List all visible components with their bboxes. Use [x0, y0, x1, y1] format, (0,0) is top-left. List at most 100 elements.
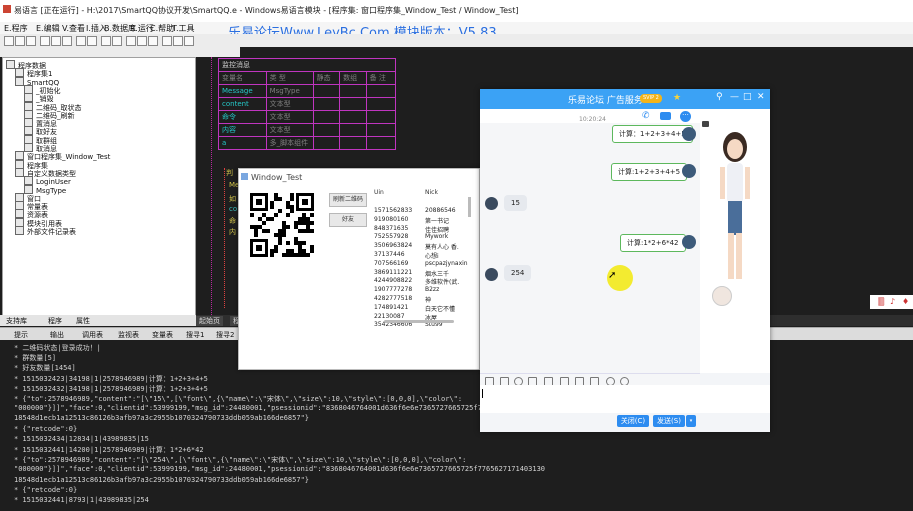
tree-node-icon: [6, 60, 15, 69]
message-input[interactable]: [480, 385, 770, 413]
step-icon[interactable]: [173, 36, 183, 46]
tab-variables[interactable]: 变量表: [152, 330, 173, 340]
stop-icon[interactable]: [162, 36, 172, 46]
find-icon[interactable]: [101, 36, 111, 46]
qr-module: [278, 197, 282, 201]
friends-button[interactable]: 好友: [329, 213, 367, 227]
friend-uin[interactable]: 1571562833: [374, 207, 412, 214]
friend-nick[interactable]: 20886546: [425, 207, 456, 214]
var-type: MsgType: [265, 84, 314, 98]
tab-watch[interactable]: 监视表: [118, 330, 139, 340]
debug-icon[interactable]: [137, 36, 147, 46]
friend-nick[interactable]: 烟水三千: [425, 269, 449, 278]
friend-nick[interactable]: 神: [425, 295, 431, 304]
var-type: 文本型: [265, 97, 314, 111]
vertical-scrollbar[interactable]: [468, 197, 471, 217]
friend-nick[interactable]: 第一书记: [425, 216, 449, 225]
chat-area[interactable]: 10:20:24 计算：1+2+3+4+5 计算:1+2+3+4+5 15 计算…: [480, 116, 700, 373]
friend-nick[interactable]: 心想i: [425, 251, 439, 260]
phone-icon[interactable]: ✆: [642, 111, 650, 121]
menu-help[interactable]: C.帮助: [150, 23, 174, 34]
undo-icon[interactable]: [76, 36, 86, 46]
maximize-icon[interactable]: □: [743, 92, 752, 102]
friend-nick[interactable]: B2zz: [425, 286, 439, 293]
friend-uin[interactable]: 848371635: [374, 225, 408, 232]
tab-support-lib[interactable]: 支持库: [6, 316, 27, 326]
friend-uin[interactable]: 3506963824: [374, 242, 412, 249]
friend-uin[interactable]: 752557928: [374, 233, 408, 240]
tab-start-page[interactable]: 起始页: [196, 316, 223, 326]
friend-uin[interactable]: 3869111221: [374, 269, 412, 276]
pin-icon[interactable]: ⚲: [716, 92, 723, 102]
tree-item[interactable]: 外部文件记录表: [15, 226, 76, 237]
friend-uin[interactable]: 1907777278: [374, 286, 412, 293]
friend-nick[interactable]: 佳佳招聘: [425, 225, 449, 234]
message-timestamp: 10:20:24: [579, 116, 606, 123]
table-heading: 监控消息: [218, 58, 396, 72]
friend-nick[interactable]: 白天它不懂: [425, 304, 455, 313]
var-name: content: [218, 97, 267, 111]
table-row[interactable]: 命令 文本型: [218, 110, 397, 124]
friend-nick[interactable]: Mywork: [425, 233, 448, 240]
tab-search1[interactable]: 搜寻1: [186, 330, 204, 340]
friend-nick[interactable]: pscpazjynaxin: [425, 260, 468, 267]
send-button[interactable]: 发送(S): [653, 415, 685, 427]
avatar: [485, 197, 498, 210]
menu-edit[interactable]: E.编辑: [36, 23, 60, 34]
table-row[interactable]: a 多_脚本组件: [218, 136, 397, 150]
menu-tools[interactable]: T.工具: [172, 23, 194, 34]
stepover-icon[interactable]: [184, 36, 194, 46]
paste-icon[interactable]: [62, 36, 72, 46]
copy-icon[interactable]: [51, 36, 61, 46]
cut-icon[interactable]: [40, 36, 50, 46]
compile-icon[interactable]: [126, 36, 136, 46]
menu-program[interactable]: E.程序: [4, 23, 28, 34]
friend-uin[interactable]: 174891421: [374, 304, 408, 311]
tray-icon-2[interactable]: ♪: [890, 297, 895, 306]
tray-icon-3[interactable]: ♦: [902, 297, 909, 306]
friend-uin[interactable]: 37137446: [374, 251, 405, 258]
friend-uin[interactable]: 919080160: [374, 216, 408, 223]
friend-nick[interactable]: 莫有人心 香.: [425, 242, 459, 251]
col-uin-header[interactable]: Uin: [374, 189, 384, 196]
friend-uin[interactable]: 4282777518: [374, 295, 412, 302]
minimize-icon[interactable]: —: [730, 92, 739, 102]
qr-module: [266, 229, 270, 233]
message-bubble-left: 15: [504, 195, 527, 211]
tab-program[interactable]: 程序: [48, 316, 62, 326]
new-icon[interactable]: [4, 36, 14, 46]
tab-properties[interactable]: 属性: [76, 316, 90, 326]
col-nick-header[interactable]: Nick: [425, 189, 438, 196]
replace-icon[interactable]: [112, 36, 122, 46]
output-line: "000000"}]]","face":0,"clientid":5399919…: [14, 465, 546, 474]
tray-icon-1[interactable]: 🀫: [878, 297, 884, 307]
close-icon[interactable]: ✕: [757, 92, 765, 102]
open-icon[interactable]: [15, 36, 25, 46]
table-row[interactable]: content 文本型: [218, 97, 397, 111]
friend-uin[interactable]: 707566169: [374, 260, 408, 267]
friend-nick[interactable]: 多维软件(武.: [425, 277, 459, 286]
tab-hint[interactable]: 提示: [14, 330, 28, 340]
tree-item-label: 外部文件记录表: [27, 228, 76, 236]
friend-uin[interactable]: 22130087: [374, 313, 405, 320]
more-icon[interactable]: ···: [680, 111, 691, 122]
video-icon[interactable]: [660, 112, 671, 120]
friend-list[interactable]: Uin Nick 1571562833 20886546 919080160 第一书记…: [374, 189, 474, 339]
horizontal-scrollbar[interactable]: [384, 320, 454, 323]
tab-call-table[interactable]: 调用表: [82, 330, 103, 340]
save-icon[interactable]: [26, 36, 36, 46]
table-row[interactable]: Message MsgType: [218, 84, 397, 98]
table-row[interactable]: 内容 文本型: [218, 123, 397, 137]
send-options-icon[interactable]: ▾: [686, 415, 696, 427]
menu-view[interactable]: V.查看: [62, 23, 85, 34]
table-header: 静态: [312, 71, 341, 85]
friend-uin[interactable]: 4244908822: [374, 277, 412, 284]
table-header: 数组: [339, 71, 367, 85]
refresh-qr-button[interactable]: 刷新二维码: [329, 193, 367, 207]
tab-output[interactable]: 输出: [50, 330, 64, 340]
tab-search2[interactable]: 搜寻2: [216, 330, 234, 340]
run-icon[interactable]: [148, 36, 158, 46]
close-button[interactable]: 关闭(C): [617, 415, 649, 427]
redo-icon[interactable]: [87, 36, 97, 46]
qr-module: [278, 209, 282, 213]
